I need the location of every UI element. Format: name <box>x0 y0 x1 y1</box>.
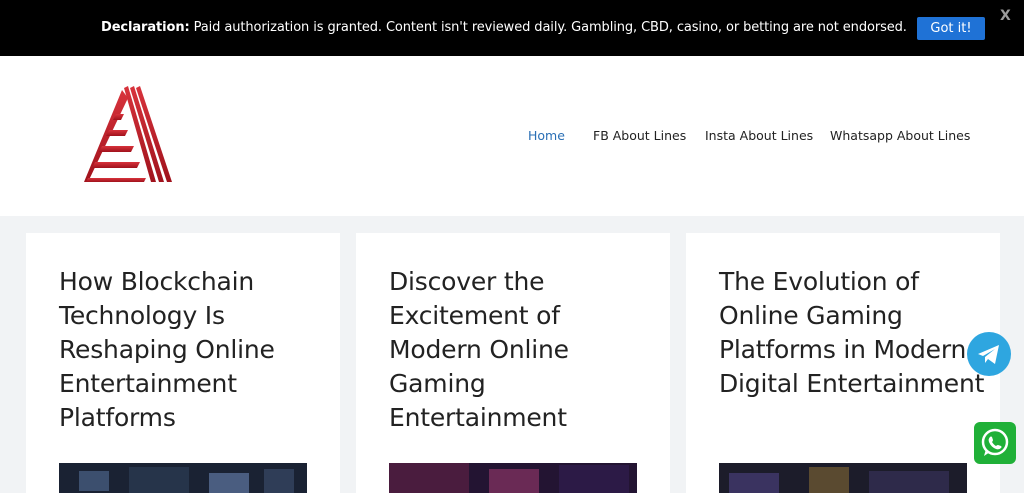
site-header: Home FB About Lines Insta About Lines Wh… <box>0 56 1024 216</box>
declaration-text: Paid authorization is granted. Content i… <box>189 20 907 35</box>
got-it-button[interactable]: Got it! <box>917 17 985 40</box>
telegram-icon[interactable] <box>967 332 1011 376</box>
nav-item-whatsapp-about-lines[interactable]: Whatsapp About Lines <box>830 128 970 143</box>
post-card: How Blockchain Technology Is Reshaping O… <box>26 233 340 493</box>
main-nav: Home FB About Lines Insta About Lines Wh… <box>0 128 1024 148</box>
declaration-label: Declaration: <box>101 20 190 35</box>
post-title[interactable]: Discover the Excitement of Modern Online… <box>389 265 659 435</box>
nav-item-fb-about-lines[interactable]: FB About Lines <box>593 128 686 143</box>
post-title[interactable]: How Blockchain Technology Is Reshaping O… <box>59 265 329 435</box>
nav-item-insta-about-lines[interactable]: Insta About Lines <box>705 128 813 143</box>
post-thumbnail[interactable] <box>59 463 307 493</box>
post-card: Discover the Excitement of Modern Online… <box>356 233 670 493</box>
close-icon[interactable]: X <box>1000 8 1011 24</box>
post-thumbnail[interactable] <box>389 463 637 493</box>
whatsapp-icon[interactable] <box>974 422 1016 464</box>
post-title[interactable]: The Evolution of Online Gaming Platforms… <box>719 265 989 401</box>
nav-item-home[interactable]: Home <box>528 128 565 143</box>
post-card: The Evolution of Online Gaming Platforms… <box>686 233 1000 493</box>
declaration-bar: Declaration: Paid authorization is grant… <box>0 0 1024 56</box>
post-thumbnail[interactable] <box>719 463 967 493</box>
declaration-message: Declaration: Paid authorization is grant… <box>101 19 907 37</box>
